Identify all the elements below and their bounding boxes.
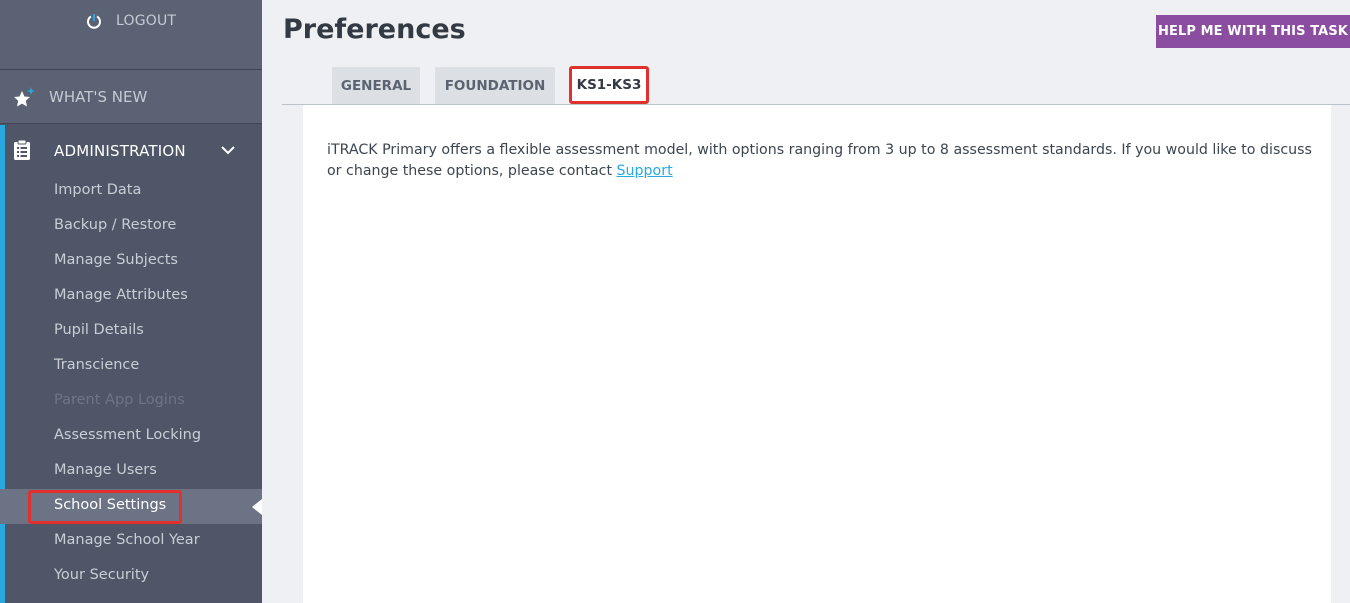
sidebar-item-label: Manage School Year [54, 532, 200, 548]
sidebar-item-label: Backup / Restore [54, 217, 177, 233]
administration-label: ADMINISTRATION [54, 142, 186, 160]
logout-button[interactable]: LOGOUT [0, 0, 262, 70]
sidebar-item-manage-users[interactable]: Manage Users [0, 454, 262, 489]
tab-general[interactable]: GENERAL [332, 67, 420, 104]
whats-new-link[interactable]: WHAT'S NEW [0, 70, 262, 124]
sidebar-item-pupil-details[interactable]: Pupil Details [0, 314, 262, 349]
sidebar-item-label: School Settings [54, 497, 167, 513]
sidebar-item-manage-school-year[interactable]: Manage School Year [0, 524, 262, 559]
info-paragraph: iTRACK Primary offers a flexible assessm… [327, 140, 1327, 182]
administration-toggle[interactable]: ADMINISTRATION [0, 125, 262, 175]
active-indicator-arrow [252, 499, 262, 515]
sidebar-item-label: Transcience [54, 357, 140, 373]
sidebar-item-label: Manage Attributes [54, 287, 188, 303]
sidebar-item-label: Manage Users [54, 462, 157, 478]
sidebar-item-parent-app-logins: Parent App Logins [0, 384, 262, 419]
administration-section: ADMINISTRATION Import Data Backup / Rest… [0, 125, 262, 603]
sidebar-item-transcience[interactable]: Transcience [0, 349, 262, 384]
tab-foundation[interactable]: FOUNDATION [435, 67, 555, 104]
logout-label: LOGOUT [116, 13, 177, 29]
whats-new-label: WHAT'S NEW [49, 88, 148, 106]
sidebar-item-label: Parent App Logins [54, 392, 185, 408]
tab-ks1-ks3[interactable]: KS1-KS3 [569, 66, 649, 104]
chevron-down-icon[interactable] [220, 144, 236, 156]
sidebar-item-manage-attributes[interactable]: Manage Attributes [0, 279, 262, 314]
sidebar-item-your-security[interactable]: Your Security [0, 559, 262, 594]
sidebar-item-school-settings[interactable]: School Settings [0, 489, 262, 524]
sidebar-item-label: Import Data [54, 182, 142, 198]
info-text: iTRACK Primary offers a flexible assessm… [327, 142, 1312, 179]
sidebar-item-manage-subjects[interactable]: Manage Subjects [0, 244, 262, 279]
sidebar-item-assessment-locking[interactable]: Assessment Locking [0, 419, 262, 454]
tab-content-panel: iTRACK Primary offers a flexible assessm… [303, 105, 1331, 603]
sidebar-item-label: Assessment Locking [54, 427, 202, 443]
sidebar-item-label: Manage Subjects [54, 252, 178, 268]
star-sparkle-icon [14, 87, 35, 107]
sidebar-item-import-data[interactable]: Import Data [0, 174, 262, 209]
power-icon [87, 14, 101, 29]
clipboard-icon [14, 139, 30, 160]
support-link[interactable]: Support [617, 163, 673, 179]
page-title: Preferences [283, 14, 466, 45]
sidebar-item-backup-restore[interactable]: Backup / Restore [0, 209, 262, 244]
sidebar: LOGOUT WHAT'S NEW ADMINISTRATION Import … [0, 0, 262, 603]
sidebar-item-label: Your Security [54, 567, 150, 583]
help-me-button[interactable]: HELP ME WITH THIS TASK [1156, 15, 1350, 48]
sidebar-item-label: Pupil Details [54, 322, 144, 338]
